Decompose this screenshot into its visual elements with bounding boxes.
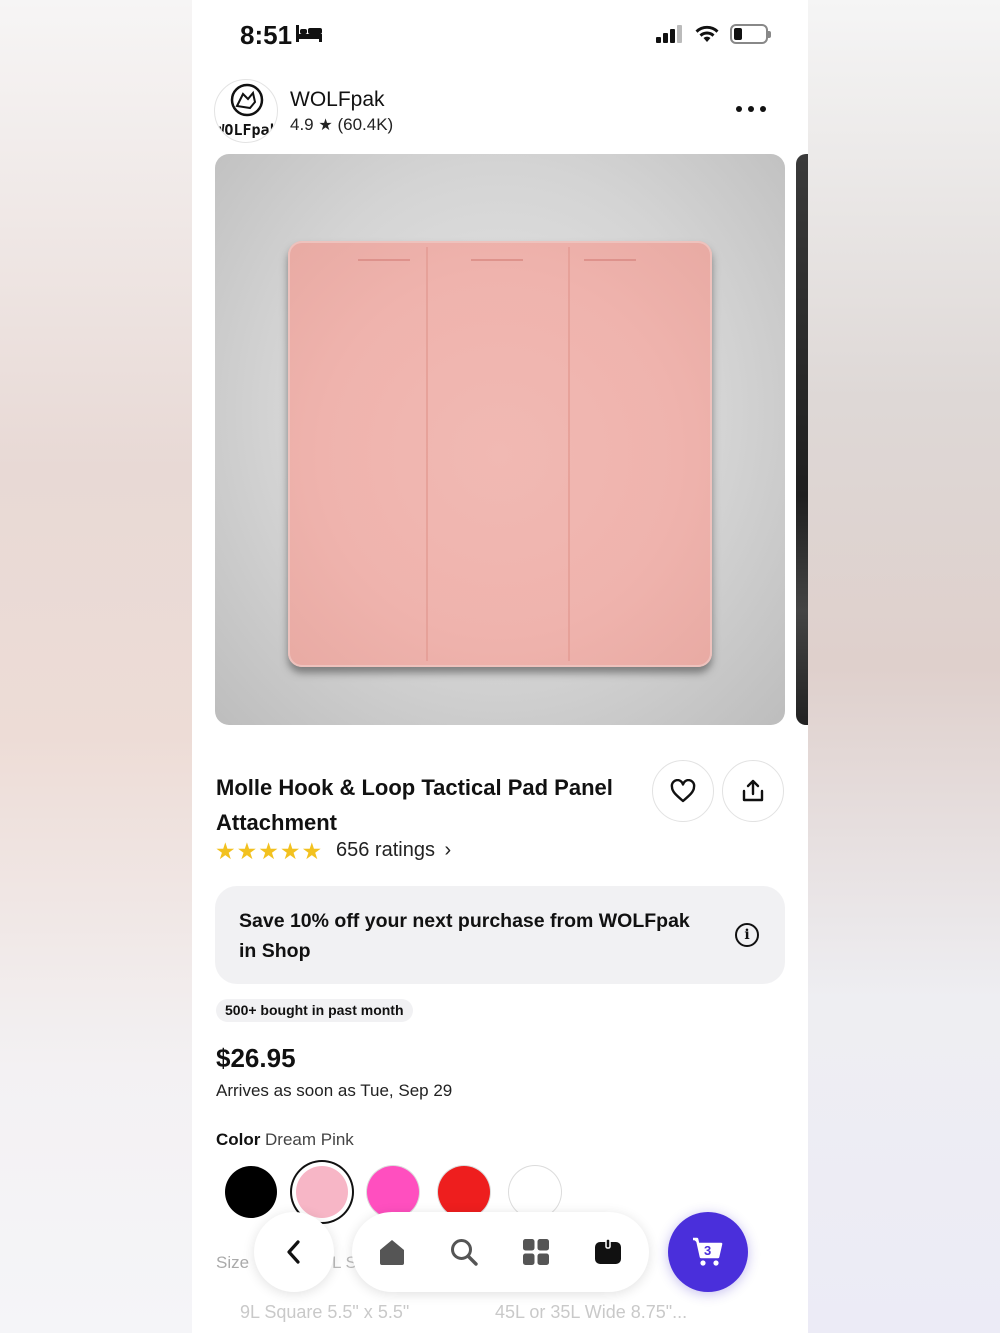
share-button[interactable] — [722, 760, 784, 822]
star-icon: ★ — [279, 838, 301, 864]
star-icon: ★ — [301, 838, 323, 864]
shop-rating-value: 4.9 — [290, 115, 314, 134]
shop-review-count: (60.4K) — [337, 115, 394, 134]
search-icon — [451, 1239, 478, 1266]
background-blur-left — [0, 0, 192, 1333]
color-swatch-hot-pink[interactable] — [367, 1166, 419, 1218]
rating-stars: ★ ★ ★ ★ ★ — [215, 839, 322, 863]
ratings-label: 656 ratings — [336, 839, 435, 861]
bought-badge: 500+ bought in past month — [216, 999, 413, 1022]
color-label: Color — [216, 1130, 261, 1149]
status-time: 8:51 — [240, 20, 293, 50]
wifi-icon — [695, 25, 719, 42]
app-screen: 8:51 WOLFpak WOLFpak 4.9 ★ (60.4K) Molle… — [192, 0, 808, 1333]
color-swatch-red[interactable] — [438, 1166, 490, 1218]
battery-icon — [730, 24, 771, 44]
color-swatch-black[interactable] — [225, 1166, 277, 1218]
nav-orders[interactable] — [592, 1236, 624, 1268]
star-icon: ★ — [236, 838, 258, 864]
bag-icon — [595, 1238, 621, 1264]
size-option-45l[interactable]: 45L or 35L Wide 8.75"... — [495, 1302, 687, 1323]
cart-count: 3 — [704, 1243, 712, 1258]
cart-button[interactable]: 3 — [668, 1212, 748, 1292]
svg-text:WOLFpak: WOLFpak — [215, 121, 278, 139]
pink-pad-panel — [288, 241, 712, 667]
bottom-nav — [352, 1212, 649, 1292]
star-icon: ★ — [258, 838, 279, 864]
color-selected-value: Dream Pink — [265, 1130, 354, 1149]
nav-categories[interactable] — [520, 1236, 552, 1268]
shop-logo[interactable]: WOLFpak — [214, 79, 278, 143]
cellular-signal-icon — [656, 25, 682, 43]
color-swatch-dream-pink[interactable] — [296, 1166, 348, 1218]
size-label: Size — [216, 1253, 250, 1272]
share-icon — [742, 779, 764, 802]
product-title: Molle Hook & Loop Tactical Pad Panel Att… — [216, 775, 613, 835]
background-blur-right — [808, 0, 1000, 1333]
star-icon: ★ — [215, 838, 236, 864]
nav-home[interactable] — [376, 1236, 408, 1268]
bed-icon — [296, 25, 322, 42]
shop-name[interactable]: WOLFpak — [290, 88, 385, 112]
more-horizontal-icon[interactable] — [736, 106, 766, 112]
favorite-button[interactable] — [652, 760, 714, 822]
size-option-9l[interactable]: 9L Square 5.5" x 5.5" — [240, 1302, 409, 1323]
nav-search[interactable] — [448, 1236, 480, 1268]
status-icons — [656, 24, 771, 44]
promo-text: Save 10% off your next purchase from WOL… — [239, 910, 690, 962]
wolf-logo-icon: WOLFpak — [215, 83, 278, 139]
color-swatch-white[interactable] — [509, 1166, 561, 1218]
heart-icon — [670, 779, 696, 803]
chevron-left-icon — [287, 1240, 300, 1264]
info-icon[interactable]: i — [735, 923, 759, 947]
delivery-estimate: Arrives as soon as Tue, Sep 29 — [216, 1081, 453, 1100]
chevron-right-icon: › — [444, 839, 452, 861]
home-icon — [380, 1240, 404, 1265]
price: $26.95 — [216, 1043, 296, 1073]
back-button[interactable] — [254, 1212, 334, 1292]
next-product-image[interactable] — [796, 154, 808, 725]
ratings-link[interactable]: 656 ratings › — [336, 839, 451, 862]
promo-banner[interactable]: Save 10% off your next purchase from WOL… — [215, 886, 785, 984]
grid-icon — [523, 1239, 549, 1265]
shop-rating: 4.9 ★ (60.4K) — [290, 115, 393, 135]
star-icon: ★ — [318, 117, 333, 134]
product-image[interactable] — [215, 154, 785, 725]
